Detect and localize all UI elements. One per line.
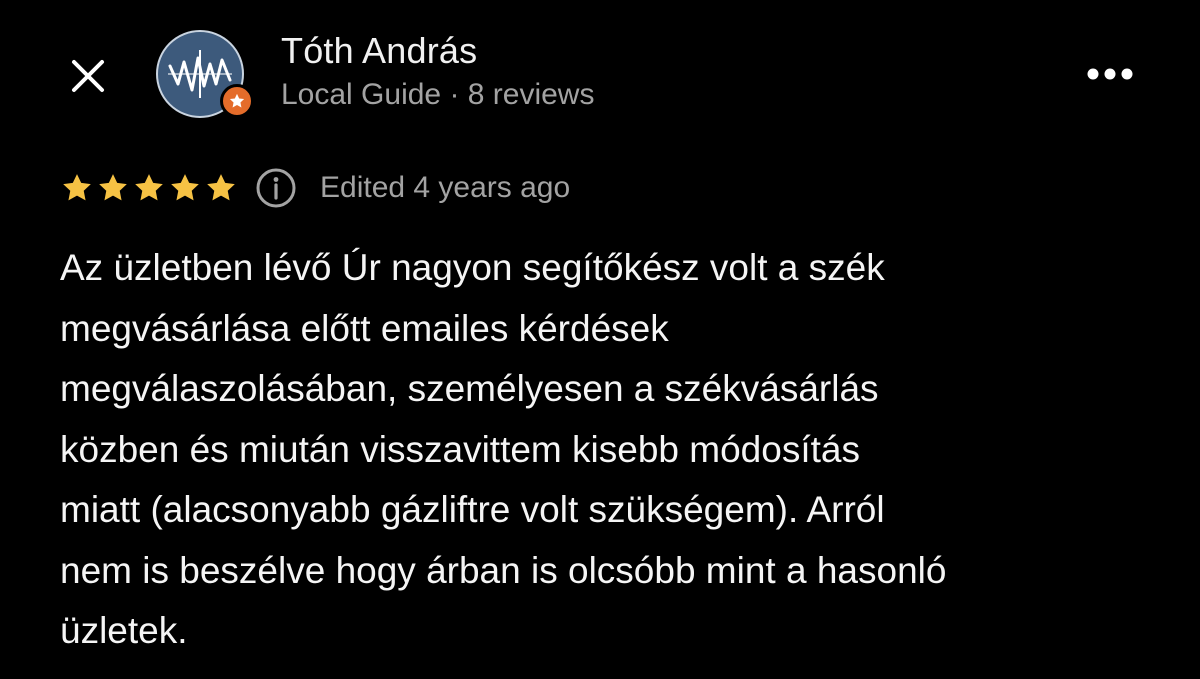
star-icon (135, 174, 163, 201)
star-icon (207, 174, 235, 201)
review-text-line: miatt (alacsonyabb gázliftre volt szüksé… (60, 489, 885, 530)
star-icon (99, 174, 127, 201)
review-text-line: megválaszolásában, személyesen a székvás… (60, 368, 879, 409)
review-text-line: Az üzletben lévő Úr nagyon segítőkész vo… (60, 247, 885, 288)
review-text: Az üzletben lévő Úr nagyon segítőkész vo… (60, 238, 1160, 662)
star-rating (60, 171, 238, 205)
close-icon (72, 60, 104, 92)
local-guide-badge (220, 84, 254, 118)
review-text-line: üzletek. (60, 610, 188, 651)
author-avatar-group[interactable] (156, 30, 260, 118)
star-icon (229, 93, 245, 108)
info-icon (256, 168, 296, 208)
review-text-line: közben és miután visszavittem kisebb mód… (60, 428, 860, 470)
more-horizontal-icon (1087, 68, 1133, 80)
edited-timestamp: Edited 4 years ago (320, 171, 571, 204)
close-button[interactable] (60, 48, 116, 104)
review-text-line: megvásárlása előtt emailes kérdések (60, 307, 669, 349)
info-button[interactable] (254, 166, 298, 210)
author-meta: Local Guide · 8 reviews (281, 78, 595, 111)
rating-row: Edited 4 years ago (60, 166, 570, 210)
more-options-button[interactable] (1080, 52, 1140, 96)
author-name[interactable]: Tóth András (281, 30, 477, 72)
star-icon (63, 174, 91, 201)
review-text-line: nem is beszélve hogy árban is olcsóbb mi… (60, 549, 947, 591)
star-icon (171, 174, 199, 201)
